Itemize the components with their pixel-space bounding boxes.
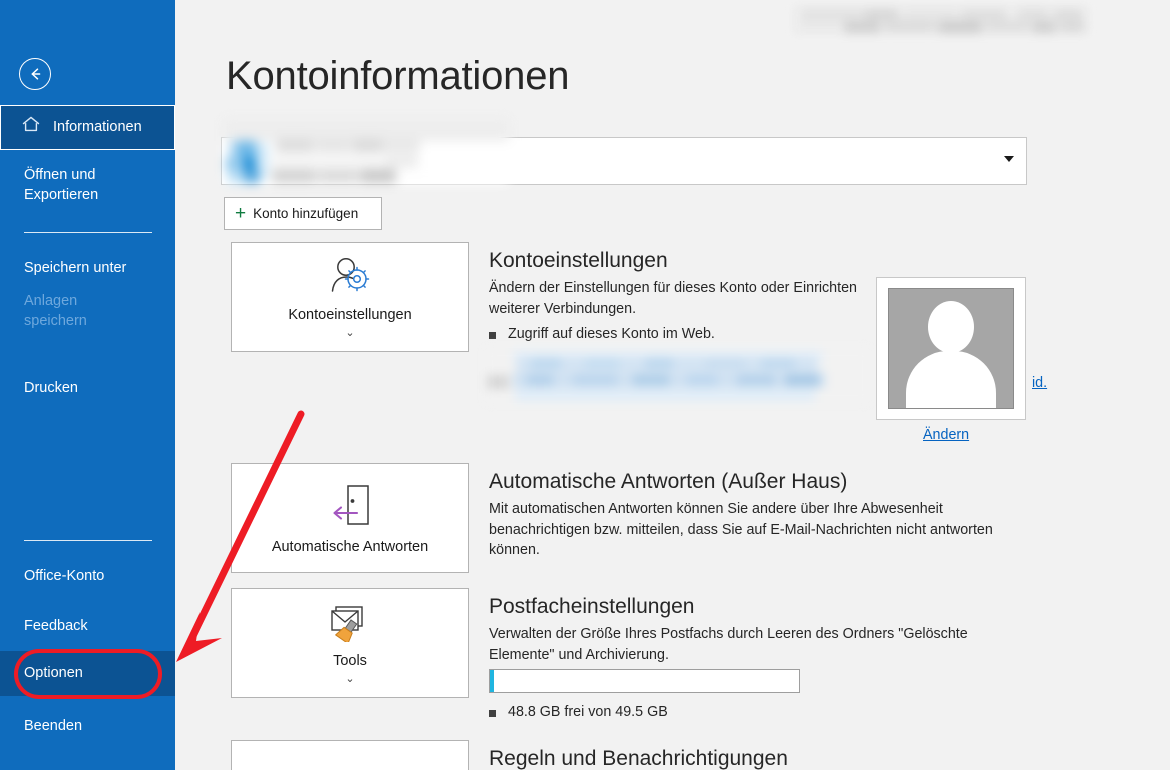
sidebar-divider-top bbox=[24, 232, 152, 233]
person-avatar-icon bbox=[888, 288, 1014, 409]
sidebar-item-drucken[interactable]: Drucken bbox=[0, 375, 175, 403]
tile-label: Automatische Antworten bbox=[271, 538, 429, 555]
tile-kontoeinstellungen[interactable]: Kontoeinstellungen ⌄ bbox=[231, 242, 469, 352]
mailbox-quota-label: 48.8 GB frei von 49.5 GB bbox=[508, 704, 668, 720]
sidebar-item-anlagen-speichern: Anlagen speichern bbox=[0, 288, 175, 336]
backstage-main-pane: Kontoinformationen + Konto hinzufügen Ko… bbox=[175, 0, 1170, 770]
sidebar-item-label: Feedback bbox=[24, 618, 88, 635]
mailbox-quota-progressbar bbox=[489, 669, 800, 693]
sidebar-item-label: Office-Konto bbox=[24, 568, 105, 585]
bullet-label: Zugriff auf dieses Konto im Web. bbox=[508, 326, 715, 342]
section-title-postfacheinstellungen: Postfacheinstellungen bbox=[489, 595, 695, 618]
sidebar-item-optionen[interactable]: Optionen bbox=[0, 651, 175, 696]
tile-label: Kontoeinstellungen bbox=[288, 306, 412, 323]
mailbox-cleanup-icon bbox=[327, 602, 373, 647]
tile-label: Tools bbox=[333, 652, 367, 669]
section-title-automatische-antworten: Automatische Antworten (Außer Haus) bbox=[489, 470, 848, 493]
mailbox-quota-label-row: 48.8 GB frei von 49.5 GB bbox=[489, 704, 668, 720]
bullet-square-icon bbox=[489, 332, 496, 339]
section-title-kontoeinstellungen: Kontoeinstellungen bbox=[489, 249, 668, 272]
sidebar-item-beenden[interactable]: Beenden bbox=[0, 713, 175, 741]
sidebar-item-label: Optionen bbox=[24, 664, 83, 681]
sidebar-item-label: Drucken bbox=[24, 380, 78, 397]
avatar-body bbox=[906, 351, 996, 408]
sidebar-item-feedback[interactable]: Feedback bbox=[0, 613, 175, 641]
section-bullet-web-access: Zugriff auf dieses Konto im Web. bbox=[489, 326, 715, 342]
change-photo-link[interactable]: Ändern bbox=[923, 427, 969, 443]
sidebar-item-informationen[interactable]: Informationen bbox=[0, 105, 175, 150]
chevron-down-icon[interactable]: ⌄ bbox=[345, 327, 354, 339]
tile-tools[interactable]: Tools ⌄ bbox=[231, 588, 469, 698]
sidebar-item-label-line1: Öffnen und bbox=[24, 167, 96, 183]
sidebar-item-label: Speichern unter bbox=[24, 260, 127, 277]
redacted-window-title bbox=[792, 5, 1090, 35]
web-access-link-tail[interactable]: id. bbox=[1032, 375, 1047, 391]
page-title: Kontoinformationen bbox=[226, 54, 570, 98]
add-account-button[interactable]: + Konto hinzufügen bbox=[224, 197, 382, 230]
account-selector-dropdown[interactable] bbox=[221, 119, 1027, 185]
account-photo-frame[interactable] bbox=[876, 277, 1026, 420]
person-gear-icon bbox=[327, 256, 373, 301]
sidebar-item-office-konto[interactable]: Office-Konto bbox=[0, 563, 175, 591]
sidebar-item-label-line1: Anlagen bbox=[24, 293, 78, 309]
sidebar-item-oeffnen-exportieren[interactable]: Öffnen und Exportieren bbox=[0, 160, 175, 208]
sidebar-divider-bottom bbox=[24, 540, 152, 541]
avatar-head bbox=[928, 301, 974, 353]
sidebar-item-label-line2: Exportieren bbox=[24, 186, 99, 203]
outlook-backstage-window: Informationen Öffnen und Exportieren Spe… bbox=[0, 0, 1170, 770]
redacted-account-name bbox=[224, 119, 509, 184]
tile-regeln-benachrichtigungen[interactable] bbox=[231, 740, 469, 770]
mailbox-quota-fill bbox=[490, 670, 495, 692]
backstage-sidebar: Informationen Öffnen und Exportieren Spe… bbox=[0, 0, 175, 770]
sidebar-item-label: Informationen bbox=[53, 118, 142, 135]
section-body-automatische-antworten: Mit automatischen Antworten können Sie a… bbox=[489, 501, 993, 559]
section-body-postfacheinstellungen: Verwalten der Größe Ihres Postfachs durc… bbox=[489, 626, 968, 663]
chevron-down-icon bbox=[1004, 156, 1014, 162]
bullet-square-icon bbox=[489, 710, 496, 717]
sidebar-item-label: Beenden bbox=[24, 718, 83, 735]
back-arrow-circle-icon[interactable] bbox=[19, 58, 51, 90]
plus-icon: + bbox=[235, 203, 247, 224]
redacted-web-access-link bbox=[485, 348, 870, 403]
out-of-office-door-icon bbox=[327, 482, 373, 533]
sidebar-item-speichern-unter[interactable]: Speichern unter bbox=[0, 255, 175, 283]
tile-automatische-antworten[interactable]: Automatische Antworten bbox=[231, 463, 469, 573]
home-icon bbox=[21, 115, 41, 140]
section-body-kontoeinstellungen: Ändern der Einstellungen für dieses Kont… bbox=[489, 280, 857, 317]
add-account-button-label: Konto hinzufügen bbox=[253, 206, 359, 221]
chevron-down-icon[interactable]: ⌄ bbox=[345, 673, 354, 685]
section-title-regeln-benachrichtigungen: Regeln und Benachrichtigungen bbox=[489, 747, 788, 770]
sidebar-item-label-line2: speichern bbox=[24, 312, 87, 329]
